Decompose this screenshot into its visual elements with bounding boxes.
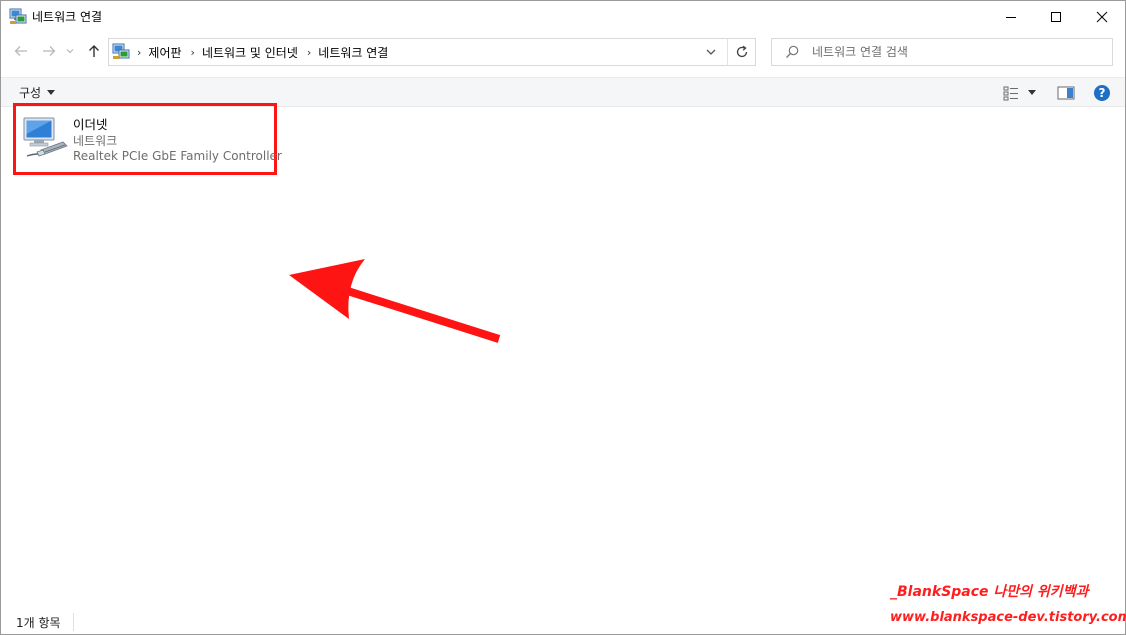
control-panel-icon	[112, 43, 130, 60]
status-divider	[73, 613, 74, 631]
back-arrow-icon	[14, 46, 27, 56]
item-type: 네트워크	[73, 134, 118, 148]
help-button[interactable]: ?	[1091, 82, 1113, 104]
up-arrow-icon	[89, 45, 99, 57]
chevron-right-icon[interactable]: ›	[298, 46, 318, 59]
minimize-icon	[1006, 16, 1016, 18]
svg-text:?: ?	[1099, 86, 1106, 100]
ethernet-adapter-icon	[21, 114, 69, 162]
chevron-right-icon[interactable]: ›	[182, 46, 202, 59]
refresh-button[interactable]	[727, 39, 755, 65]
recent-locations-button[interactable]	[63, 40, 77, 62]
forward-arrow-icon	[43, 46, 56, 56]
close-icon	[1096, 11, 1108, 22]
refresh-icon	[736, 45, 747, 58]
watermark-title: _BlankSpace 나만의 위키백과	[890, 584, 1089, 600]
breadcrumb-control-panel[interactable]: 제어판	[148, 44, 181, 61]
chevron-down-icon	[66, 49, 74, 54]
search-box[interactable]	[771, 38, 1113, 66]
annotation-arrow	[289, 259, 501, 343]
watermark-url: www.blankspace-dev.tistory.com	[890, 610, 1126, 625]
details-view-icon	[1003, 86, 1018, 101]
organize-label: 구성	[19, 86, 42, 100]
chevron-down-icon	[706, 49, 716, 55]
up-button[interactable]	[83, 40, 105, 62]
preview-pane-button[interactable]	[1055, 82, 1077, 104]
item-count: 1개 항목	[16, 616, 61, 630]
minimize-button[interactable]	[988, 1, 1034, 32]
preview-pane-icon	[1057, 86, 1075, 100]
window-title: 네트워크 연결	[32, 10, 103, 24]
back-button[interactable]	[10, 40, 32, 62]
network-connections-icon	[9, 8, 27, 25]
caret-down-icon	[1028, 90, 1036, 95]
navigation-bar: › 제어판 › 네트워크 및 인터넷 › 네트워크 연결	[1, 32, 1125, 72]
maximize-button[interactable]	[1033, 1, 1079, 32]
title-bar[interactable]: 네트워크 연결	[1, 1, 1125, 32]
view-options-button[interactable]	[1024, 82, 1040, 104]
item-name: 이더넷	[73, 117, 108, 132]
change-view-button[interactable]	[1001, 82, 1021, 104]
caret-down-icon	[47, 89, 56, 95]
maximize-icon	[1051, 11, 1061, 22]
search-icon	[784, 44, 800, 60]
breadcrumb-network-and-internet[interactable]: 네트워크 및 인터넷	[202, 44, 298, 61]
organize-button[interactable]: 구성	[19, 84, 56, 101]
address-history-button[interactable]	[699, 39, 723, 65]
list-item-ethernet[interactable]: 이더넷 네트워크 Realtek PCIe GbE Family Control…	[13, 103, 282, 175]
file-list: 이더넷 네트워크 Realtek PCIe GbE Family Control…	[1, 103, 1125, 607]
breadcrumb-network-connections[interactable]: 네트워크 연결	[318, 44, 388, 61]
help-icon: ?	[1094, 85, 1110, 101]
chevron-right-icon[interactable]: ›	[134, 46, 148, 59]
network-connections-window: 네트워크 연결 › 제어판 › 네트워크 및 인터넷 › 네트워크 연결 네트워…	[0, 0, 1126, 635]
forward-button[interactable]	[38, 40, 60, 62]
address-bar[interactable]: › 제어판 › 네트워크 및 인터넷 › 네트워크 연결	[108, 38, 756, 66]
breadcrumb: › 제어판 › 네트워크 및 인터넷 › 네트워크 연결	[134, 39, 388, 65]
close-button[interactable]	[1079, 1, 1125, 32]
search-input[interactable]	[812, 43, 1102, 61]
item-device: Realtek PCIe GbE Family Controller	[73, 149, 282, 163]
